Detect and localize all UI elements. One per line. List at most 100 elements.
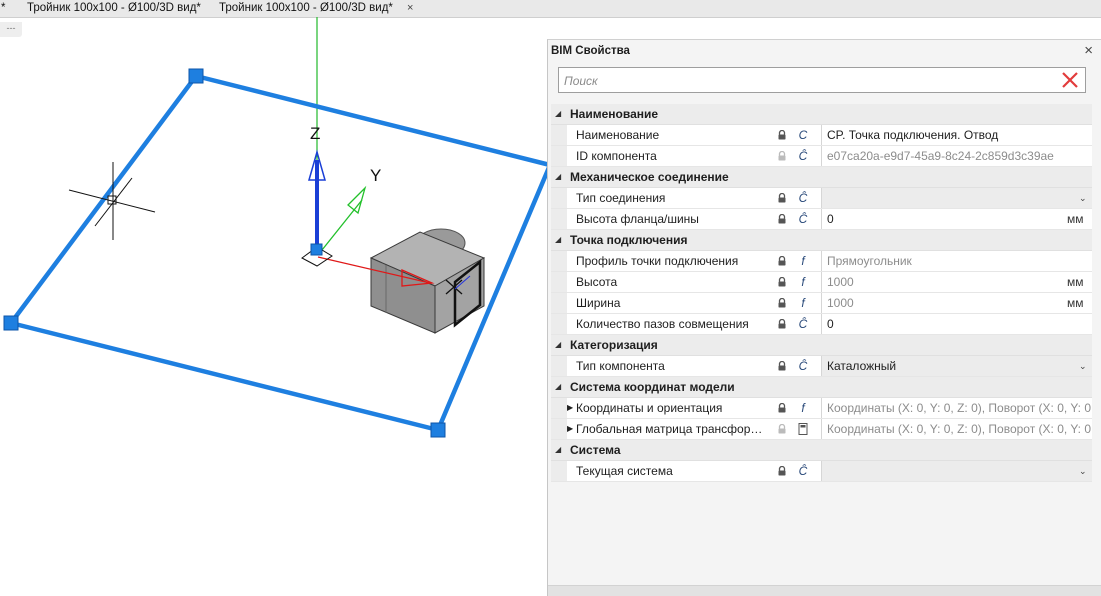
value-dropdown[interactable] <box>822 188 1092 208</box>
z-axis-label: Z <box>310 124 320 143</box>
row-gutter <box>551 272 567 292</box>
property-row[interactable]: ▶ Координаты и ориентация f Координаты (X: … <box>551 398 1092 419</box>
calculator-icon[interactable] <box>797 423 809 435</box>
category-header[interactable]: ◢ Категоризация <box>551 335 1092 356</box>
row-gutter <box>551 419 567 439</box>
lock-icon[interactable] <box>777 193 787 203</box>
expand-arrow-icon[interactable]: ▶ <box>567 419 573 439</box>
collapse-triangle-icon[interactable]: ◢ <box>555 230 561 250</box>
column-divider <box>821 356 822 376</box>
category-header[interactable]: ◢ Система координат модели <box>551 377 1092 398</box>
column-divider <box>821 146 822 166</box>
lock-disabled-icon[interactable] <box>777 424 787 434</box>
property-name: Координаты и ориентация <box>576 401 723 415</box>
property-row[interactable]: Тип соединения Ĉ ⌄ <box>551 188 1092 209</box>
constant-icon[interactable]: Ĉ <box>797 314 809 334</box>
value-dropdown[interactable] <box>822 461 1092 481</box>
row-gutter <box>551 293 567 313</box>
lock-icon[interactable] <box>777 256 787 266</box>
property-row[interactable]: Ширина f 1000 мм <box>551 293 1092 314</box>
property-name: Тип соединения <box>576 191 666 205</box>
row-gutter <box>551 125 567 145</box>
lock-icon[interactable] <box>777 319 787 329</box>
search-input[interactable]: Поиск <box>558 67 1086 93</box>
column-divider <box>821 188 822 208</box>
lock-disabled-icon[interactable] <box>777 151 787 161</box>
property-value: Координаты (X: 0, Y: 0, Z: 0), Поворот (… <box>827 422 1091 436</box>
lock-icon[interactable] <box>777 466 787 476</box>
document-tab-bar: * Тройник 100x100 - Ø100/3D вид* Тройник… <box>0 0 1101 18</box>
constant-icon[interactable]: Ĉ <box>797 188 809 208</box>
formula-icon[interactable]: f <box>797 293 809 313</box>
tab-tee-3d-view-1[interactable]: Тройник 100x100 - Ø100/3D вид* <box>27 0 201 17</box>
property-value: e07ca20a-e9d7-45a9-8c24-2c859d3c39ae <box>827 149 1054 163</box>
tab-close-icon[interactable]: × <box>407 0 413 17</box>
property-value[interactable]: 0 <box>827 314 1091 334</box>
property-value: Координаты (X: 0, Y: 0, Z: 0), Поворот (… <box>827 401 1091 415</box>
lock-icon[interactable] <box>777 130 787 140</box>
property-value[interactable]: Каталожный <box>827 356 1091 376</box>
category-header[interactable]: ◢ Точка подключения <box>551 230 1092 251</box>
panel-title: BIM Свойства <box>551 45 630 57</box>
constant-icon[interactable]: Ĉ <box>797 461 809 481</box>
constant-icon[interactable]: Ĉ <box>797 209 809 229</box>
property-value[interactable]: CP. Точка подключения. Отвод <box>827 125 1091 145</box>
lock-icon[interactable] <box>777 403 787 413</box>
category-label: Система координат модели <box>570 380 735 394</box>
lock-icon[interactable] <box>777 298 787 308</box>
property-row[interactable]: Текущая система Ĉ ⌄ <box>551 461 1092 482</box>
property-row[interactable]: Высота фланца/шины Ĉ 0 мм <box>551 209 1092 230</box>
property-name: Высота фланца/шины <box>576 212 699 226</box>
chevron-down-icon[interactable]: ⌄ <box>1079 188 1087 208</box>
constant-icon[interactable]: C <box>797 125 809 145</box>
property-row[interactable]: ▶ Глобальная матрица трансформ... Координа… <box>551 419 1092 440</box>
category-header[interactable]: ◢ Система <box>551 440 1092 461</box>
property-row[interactable]: Наименование C CP. Точка подключения. Отво… <box>551 125 1092 146</box>
3d-viewport[interactable]: Y Z <box>0 17 547 595</box>
tab-previous[interactable]: * <box>1 0 5 17</box>
property-value: Прямоугольник <box>827 254 912 268</box>
frame-grip-top[interactable] <box>188 68 204 84</box>
property-name: Высота <box>576 275 618 289</box>
property-row[interactable]: Тип компонента Ĉ Каталожный ⌄ <box>551 356 1092 377</box>
collapse-triangle-icon[interactable]: ◢ <box>555 104 561 124</box>
constant-icon[interactable]: Ĉ <box>797 146 809 166</box>
collapse-triangle-icon[interactable]: ◢ <box>555 377 561 397</box>
bim-properties-panel: BIM Свойства × Поиск ◢ Наименование Наимен… <box>547 39 1101 596</box>
collapse-triangle-icon[interactable]: ◢ <box>555 440 561 460</box>
constant-icon[interactable]: Ĉ <box>797 356 809 376</box>
collapse-triangle-icon[interactable]: ◢ <box>555 335 561 355</box>
property-row[interactable]: Количество пазов совмещения Ĉ 0 <box>551 314 1092 335</box>
row-gutter <box>551 314 567 334</box>
y-axis-label: Y <box>370 166 381 185</box>
lock-icon[interactable] <box>777 277 787 287</box>
category-label: Механическое соединение <box>570 170 729 184</box>
chevron-down-icon[interactable]: ⌄ <box>1079 461 1087 481</box>
property-row[interactable]: Профиль точки подключения f Прямоугольник <box>551 251 1092 272</box>
category-label: Система <box>570 443 621 457</box>
lock-icon[interactable] <box>777 214 787 224</box>
property-value[interactable]: 0 <box>827 209 1057 229</box>
collapse-triangle-icon[interactable]: ◢ <box>555 167 561 187</box>
property-name: Ширина <box>576 296 621 310</box>
category-header[interactable]: ◢ Механическое соединение <box>551 167 1092 188</box>
property-name: Наименование <box>576 128 660 142</box>
row-gutter <box>551 356 567 376</box>
property-row[interactable]: Высота f 1000 мм <box>551 272 1092 293</box>
clear-search-icon[interactable] <box>1059 69 1081 91</box>
formula-icon[interactable]: f <box>797 398 809 418</box>
property-value: 1000 <box>827 275 854 289</box>
expand-arrow-icon[interactable]: ▶ <box>567 398 573 418</box>
z-axis-arrow <box>308 149 326 252</box>
tab-tee-3d-view-2[interactable]: Тройник 100x100 - Ø100/3D вид* <box>219 0 393 17</box>
formula-icon[interactable]: f <box>797 251 809 271</box>
category-header[interactable]: ◢ Наименование <box>551 104 1092 125</box>
property-row[interactable]: ID компонента Ĉe07ca20a-e9d7-45a9-8c24-2c… <box>551 146 1092 167</box>
frame-grip-left[interactable] <box>3 315 19 331</box>
formula-icon[interactable]: f <box>797 272 809 292</box>
lock-icon[interactable] <box>777 361 787 371</box>
chevron-down-icon[interactable]: ⌄ <box>1079 356 1087 376</box>
category-label: Наименование <box>570 107 659 121</box>
panel-close-icon[interactable]: × <box>1084 42 1093 59</box>
frame-grip-bottom[interactable] <box>430 422 446 438</box>
